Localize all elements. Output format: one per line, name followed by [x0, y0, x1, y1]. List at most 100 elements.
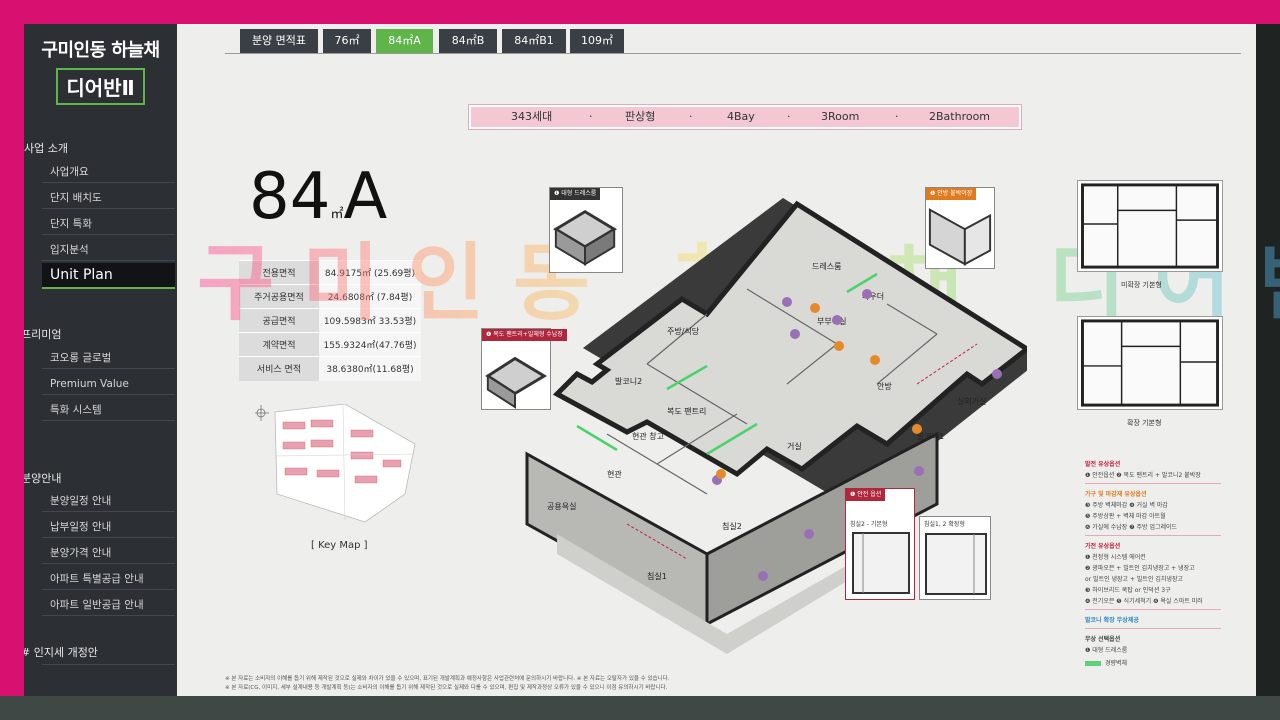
legend-line: ❷ 광파오븐 + 빌트인 김치냉장고 + 냉장고	[1085, 565, 1195, 572]
nav-item-price[interactable]: 분양가격 안내	[42, 542, 175, 564]
area-value: 38.6380㎡(11.68평)	[319, 356, 421, 381]
nav-section-sales[interactable]: 분양안내	[24, 470, 174, 486]
tab-76[interactable]: 76㎡	[323, 29, 371, 53]
main-content: 분양 면적표 76㎡ 84㎡A 84㎡B 84㎡B1 109㎡ 343세대 · …	[177, 24, 1280, 696]
room-render	[852, 532, 910, 594]
inset-closet[interactable]: ❶ 안방 붙박이장	[925, 187, 995, 269]
nav-item-system[interactable]: 특화 시스템	[42, 399, 175, 421]
inset-pantry[interactable]: ❶ 복도 팬트리+일체형 수납장	[481, 328, 567, 410]
tab-84b[interactable]: 84㎡B	[439, 29, 497, 53]
side-plan-caption: 확장 기본형	[1127, 419, 1162, 427]
room-label: 주방/식당	[667, 326, 700, 336]
tab-84a[interactable]: 84㎡A	[376, 29, 433, 53]
inset-title: ❶ 안전 옵션	[846, 489, 886, 501]
legend-divider	[1085, 628, 1221, 629]
room-label: 발코니1	[917, 431, 944, 441]
nav-item-special-supply[interactable]: 아파트 특별공급 안내	[42, 568, 175, 590]
legend-divider	[1085, 609, 1221, 610]
spec-bathrooms: 2Bathroom	[929, 110, 991, 123]
brand-logo[interactable]: 구미인동 하늘채 디어반Ⅱ	[24, 36, 177, 105]
floorplan-thumb	[1081, 183, 1219, 269]
inset-title: ❶ 안방 붙박이장	[926, 188, 977, 200]
room-label: 복도 팬트리	[667, 407, 706, 416]
spec-dot: ·	[589, 110, 593, 123]
frame-right	[1256, 24, 1280, 696]
frame-top	[0, 0, 1280, 24]
legend-line: ❻ 가실에 수납장 ❼ 주방 업그레이드	[1085, 524, 1178, 531]
legend-line: ❸ 주방 벽체마감 ❹ 거실 벽 마감	[1085, 502, 1168, 509]
nav-item-payment[interactable]: 납부일정 안내	[42, 516, 175, 538]
nav-item-features[interactable]: 단지 특화	[42, 213, 175, 235]
legend-line: ❶ 안전옵션 ❷ 복도 팬트리 + 발코니2 붙박장	[1085, 472, 1201, 479]
side-plan-expanded[interactable]	[1077, 316, 1223, 410]
tab-84b1[interactable]: 84㎡B1	[502, 29, 566, 53]
spec-type: 판상형	[625, 110, 656, 123]
tabs-underline	[225, 53, 1241, 54]
frame-bottom	[0, 696, 1280, 720]
legend-line: ❸ 하이브리드 쿡탑 or 인덕션 3구	[1085, 587, 1171, 594]
tab-area-table[interactable]: 분양 면적표	[240, 29, 318, 53]
sidebar: 구미인동 하늘채 디어반Ⅱ 사업 소개 사업개요 단지 배치도 단지 특화 입지…	[24, 24, 177, 696]
room-label: 실외기실	[957, 396, 986, 406]
room-label: 침실1	[647, 571, 667, 581]
nav-item-unit-plan[interactable]: Unit Plan	[42, 263, 175, 289]
nav-item-general-supply[interactable]: 아파트 일반공급 안내	[42, 594, 175, 616]
key-map[interactable]	[255, 404, 425, 524]
closet-render	[928, 208, 992, 266]
nav-section-stamp-tax[interactable]: # 인지세 개정안	[24, 644, 174, 660]
inset-bedroom-expanded[interactable]: 침실1, 2 확장형	[919, 516, 991, 600]
side-plan-caption: 미확장 기본형	[1121, 281, 1162, 289]
nav-item-overview[interactable]: 사업개요	[42, 161, 175, 183]
pantry-render	[485, 356, 548, 409]
legend-title: 무상 선택옵션	[1085, 636, 1121, 643]
inset-safety-option[interactable]: ❶ 안전 옵션 침실2 - 기본형	[845, 488, 915, 600]
inset-title: ❶ 복도 팬트리+일체형 수납장	[482, 329, 567, 341]
nav-item-kolon[interactable]: 코오롱 글로벌	[42, 347, 175, 369]
spec-bay: 4Bay	[727, 110, 755, 123]
nav-divider	[42, 664, 175, 665]
nav-item-schedule[interactable]: 분양일정 안내	[42, 490, 175, 512]
room-label: 현관	[607, 469, 622, 479]
spec-dot: ·	[689, 110, 693, 123]
compass-icon	[255, 405, 269, 421]
inset-caption: 침실2 - 기본형	[850, 521, 888, 528]
legend-divider	[1085, 535, 1221, 536]
nav-item-layout[interactable]: 단지 배치도	[42, 187, 175, 209]
nav-item-location[interactable]: 입지분석	[42, 239, 175, 261]
spec-dot: ·	[787, 110, 791, 123]
room-render	[925, 533, 987, 595]
brand-subtitle: 디어반Ⅱ	[56, 68, 145, 105]
inset-dressroom[interactable]: ❶ 대형 드레스룸	[549, 187, 623, 273]
green-swatch-icon	[1085, 661, 1101, 666]
legend-swatch-row: 경량벽체	[1085, 658, 1221, 667]
footnote: ※ 본 자료는 소비자의 이해를 돕기 위해 제작된 것으로 실제와 차이가 있…	[225, 676, 670, 682]
inset-title: ❶ 대형 드레스룸	[550, 188, 601, 200]
brand-title: 구미인동 하늘채	[41, 40, 160, 61]
room-label: 드레스룸	[812, 262, 841, 271]
inset-caption: 침실1, 2 확장형	[924, 521, 965, 528]
nav-section-business[interactable]: 사업 소개	[24, 140, 177, 156]
room-label: 현관 창고	[632, 431, 664, 441]
legend-title: 가전 유상옵션	[1085, 543, 1121, 550]
room-label: 발코니2	[615, 376, 642, 386]
legend-title: 가구 및 마감재 유상옵션	[1085, 491, 1147, 498]
spec-rooms: 3Room	[821, 110, 860, 123]
key-map-label: [ Key Map ]	[311, 540, 368, 551]
area-label: 서비스 면적	[239, 356, 319, 381]
side-plan-unexpanded[interactable]	[1077, 180, 1223, 272]
plan-front-wall-left	[525, 451, 709, 627]
legend-line: or 빌트인 냉장고 + 빌트인 김치냉장고	[1085, 576, 1183, 583]
nav-item-premium-value[interactable]: Premium Value	[42, 373, 175, 395]
footnote: ※ 본 자료(CG, 이미지, 세부 설계내용 등 개발계획 등)는 소비자의 …	[225, 685, 668, 691]
nav-section-premium[interactable]: 프리미엄	[24, 326, 174, 342]
frame-left	[0, 24, 24, 696]
legend-swatch-label: 경량벽체	[1105, 660, 1128, 667]
legend-divider	[1085, 483, 1221, 484]
legend-line: ❺ 주방상판 + 벽체 마감 아트월	[1085, 513, 1166, 520]
room-label: 안방	[877, 381, 892, 391]
tab-109[interactable]: 109㎡	[570, 29, 624, 53]
room-label: 거실	[787, 441, 802, 451]
room-label: 공용욕실	[547, 501, 576, 511]
options-legend: 발전 유상옵션 ❶ 안전옵션 ❷ 복도 팬트리 + 발코니2 붙박장 가구 및 …	[1085, 454, 1221, 667]
table-row: 서비스 면적 38.6380㎡(11.68평)	[239, 356, 421, 381]
